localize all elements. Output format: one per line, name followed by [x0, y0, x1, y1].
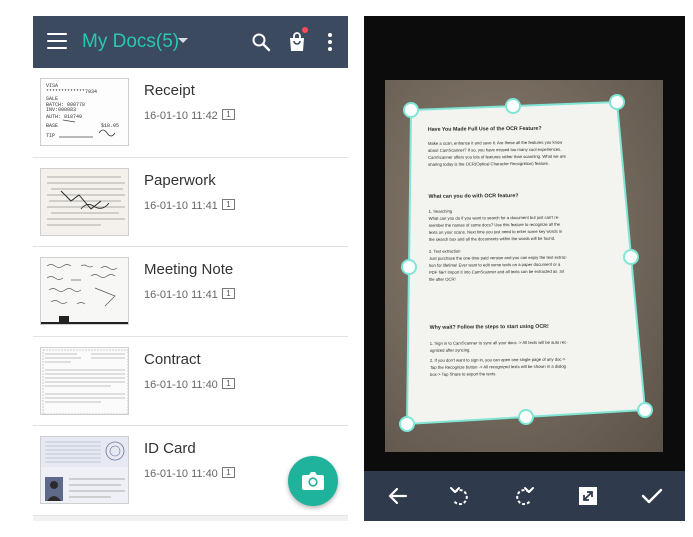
doc-name: Receipt	[144, 82, 195, 99]
paperwork-thumb-drawing	[41, 168, 128, 235]
contract-thumbnail	[40, 346, 129, 415]
checkmark-icon[interactable]	[640, 484, 664, 508]
rotate-right-icon[interactable]	[512, 484, 536, 508]
crop-screen: Have You Made Full Use of the OCR Featur…	[364, 16, 685, 521]
svg-text:INV:000083: INV:000083	[46, 107, 76, 113]
chevron-down-icon[interactable]	[178, 38, 188, 43]
svg-text:TIP: TIP	[46, 133, 55, 139]
receipt-thumbnail: VISA *************7934 SALE BATCH: 00077…	[40, 78, 129, 146]
id-card-thumbnail	[40, 436, 129, 504]
doc-name: Contract	[144, 350, 201, 368]
id-card-thumb-drawing	[41, 437, 128, 503]
notification-dot	[302, 27, 308, 33]
page-count-badge: 1	[222, 288, 235, 299]
search-icon[interactable]	[251, 32, 271, 52]
rotate-left-icon[interactable]	[448, 484, 472, 508]
doc-date: 16-01-10 11:41	[144, 199, 218, 212]
svg-text:BASE: BASE	[46, 123, 58, 129]
document-list: VISA *************7934 SALE BATCH: 00077…	[33, 68, 348, 516]
paperwork-thumbnail	[40, 167, 129, 236]
app-bar: My Docs(5)	[33, 16, 348, 68]
page-count-badge: 1	[222, 198, 235, 210]
contract-thumb-drawing	[41, 347, 128, 414]
meeting-note-thumb-drawing	[41, 258, 128, 324]
page-count-badge: 1	[222, 377, 235, 389]
list-item[interactable]: Contract 16-01-10 11:40 1	[33, 336, 348, 426]
page-title[interactable]: My Docs(5)	[82, 31, 179, 53]
receipt-thumb-drawing: VISA *************7934 SALE BATCH: 00077…	[41, 79, 128, 145]
doc-name: Meeting Note	[144, 261, 234, 278]
meeting-note-thumbnail	[40, 257, 129, 325]
doc-name: ID Card	[144, 440, 196, 457]
more-vert-icon[interactable]	[328, 33, 332, 51]
crop-handle-left-mid[interactable]	[401, 259, 417, 275]
crop-handles	[399, 94, 653, 432]
doc-name: Paperwork	[144, 171, 216, 189]
doc-list-screen: My Docs(5) VISA *************7934 SALE B…	[33, 16, 348, 521]
scanned-photo: Have You Made Full Use of the OCR Featur…	[385, 80, 663, 452]
svg-text:$18.05: $18.05	[101, 123, 119, 129]
screenshot-stage: My Docs(5) VISA *************7934 SALE B…	[0, 0, 693, 537]
svg-text:AUTH: 018749: AUTH: 018749	[46, 114, 82, 120]
back-arrow-icon[interactable]	[386, 484, 410, 508]
edit-toolbar	[364, 471, 685, 521]
crop-handle-bottom-left[interactable]	[399, 416, 415, 432]
camera-fab-button[interactable]	[288, 456, 338, 506]
list-item[interactable]: VISA *************7934 SALE BATCH: 00077…	[33, 68, 348, 158]
crop-handle-top-right[interactable]	[609, 94, 625, 110]
menu-icon[interactable]	[47, 33, 67, 49]
shopping-bag-icon[interactable]	[287, 31, 307, 53]
doc-date: 16-01-10 11:40	[144, 468, 218, 480]
crop-handle-bottom-mid[interactable]	[518, 409, 534, 425]
page-count-badge: 1	[222, 467, 235, 478]
page-count-badge: 1	[222, 109, 235, 120]
doc-date: 16-01-10 11:40	[144, 378, 218, 391]
crop-handle-right-mid[interactable]	[623, 249, 639, 265]
expand-icon[interactable]	[576, 484, 600, 508]
list-item[interactable]: Meeting Note 16-01-10 11:41 1	[33, 247, 348, 337]
crop-handle-top-mid[interactable]	[505, 98, 521, 114]
camera-icon	[302, 472, 324, 490]
list-item[interactable]: Paperwork 16-01-10 11:41 1	[33, 157, 348, 247]
crop-handle-bottom-right[interactable]	[637, 402, 653, 418]
svg-text:*************7934: *************7934	[46, 89, 97, 95]
crop-handle-top-left[interactable]	[403, 102, 419, 118]
doc-date: 16-01-10 11:41	[144, 289, 218, 301]
doc-date: 16-01-10 11:42	[144, 110, 218, 122]
